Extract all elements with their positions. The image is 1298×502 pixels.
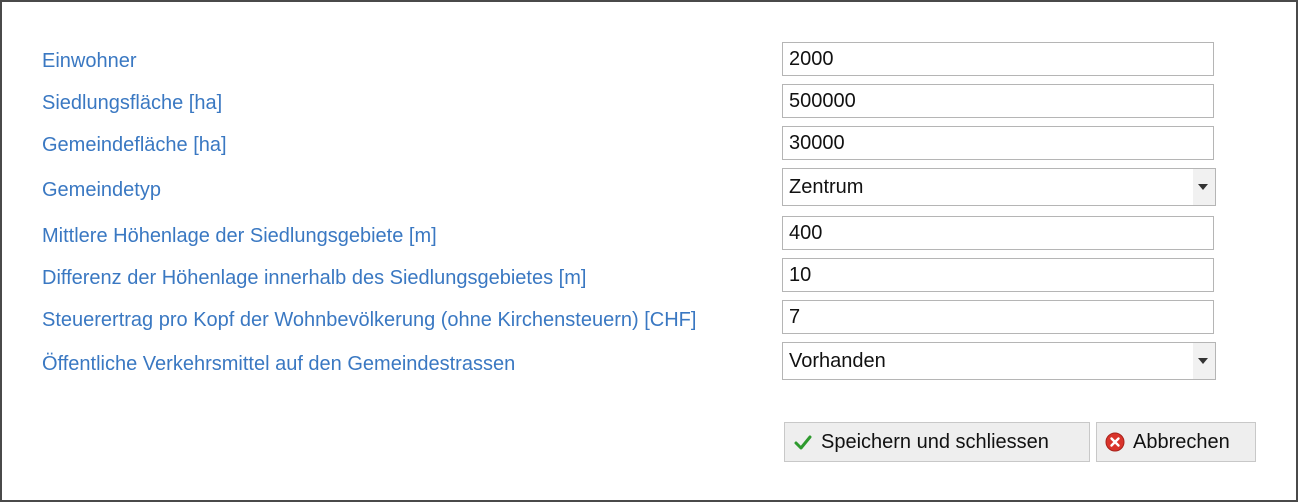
verkehrsmittel-value: Vorhanden: [789, 350, 886, 372]
gemeindetyp-select[interactable]: Zentrum: [782, 168, 1216, 206]
chevron-down-icon: [1198, 184, 1208, 190]
cancel-button[interactable]: Abbrechen: [1096, 422, 1256, 462]
verkehrsmittel-select[interactable]: Vorhanden: [782, 342, 1216, 380]
label-gemeindetyp: Gemeindetyp: [42, 179, 161, 201]
label-steuerertrag: Steuerertrag pro Kopf der Wohnbevölkerun…: [42, 309, 697, 331]
dialog-frame: Einwohner Siedlungsfläche [ha] Gemeindef…: [0, 0, 1298, 502]
verkehrsmittel-dropdown-button[interactable]: [1193, 343, 1215, 379]
steuerertrag-field[interactable]: [782, 300, 1214, 334]
hoehendifferenz-field[interactable]: [782, 258, 1214, 292]
save-and-close-label: Speichern und schliessen: [821, 430, 1049, 453]
cancel-label: Abbrechen: [1133, 430, 1230, 453]
label-verkehrsmittel: Öffentliche Verkehrsmittel auf den Gemei…: [42, 353, 516, 375]
gemeindeflaeche-field[interactable]: [782, 126, 1214, 160]
cancel-icon: [1105, 432, 1125, 452]
checkmark-icon: [794, 435, 812, 450]
label-gemeindeflaeche: Gemeindefläche [ha]: [42, 134, 227, 156]
save-and-close-button[interactable]: Speichern und schliessen: [784, 422, 1090, 462]
label-hoehenlage: Mittlere Höhenlage der Siedlungsgebiete …: [42, 225, 437, 247]
label-einwohner: Einwohner: [42, 50, 137, 72]
siedlungsflaeche-field[interactable]: [782, 84, 1214, 118]
chevron-down-icon: [1198, 358, 1208, 364]
label-hoehendifferenz: Differenz der Höhenlage innerhalb des Si…: [42, 267, 587, 289]
einwohner-field[interactable]: [782, 42, 1214, 76]
label-siedlungsflaeche: Siedlungsfläche [ha]: [42, 92, 223, 114]
gemeindetyp-value: Zentrum: [789, 176, 864, 198]
gemeindetyp-dropdown-button[interactable]: [1193, 169, 1215, 205]
hoehenlage-field[interactable]: [782, 216, 1214, 250]
